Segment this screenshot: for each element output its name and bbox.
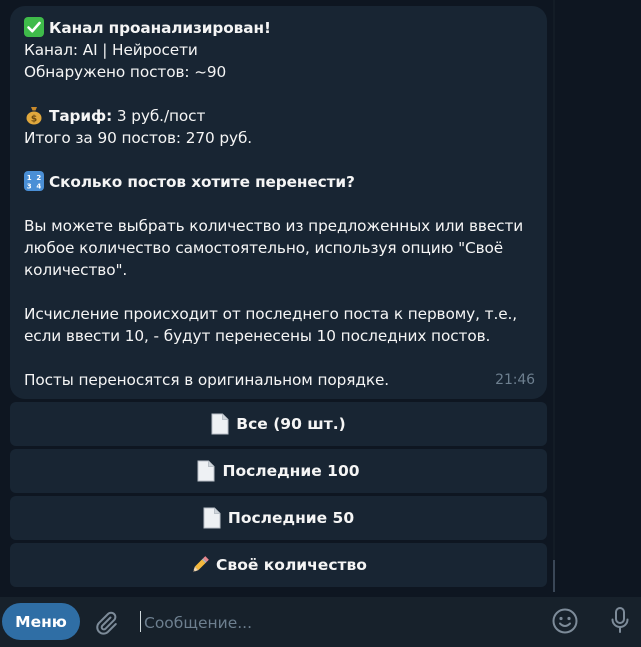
message-time: 21:46 <box>495 372 535 388</box>
keyboard-button-all[interactable]: Все (90 шт.) <box>10 402 547 446</box>
tariff-value: 3 руб./пост <box>112 107 206 125</box>
svg-text:4: 4 <box>36 183 41 191</box>
info-line: количество". <box>24 261 128 279</box>
counting-line: если ввести 10, - будут перенесены 10 по… <box>24 327 491 345</box>
message-title: Канал проанализирован! <box>49 19 271 37</box>
total-line: Итого за 90 постов: 270 руб. <box>24 129 253 147</box>
check-mark-icon <box>24 17 44 37</box>
message-input-area <box>138 607 528 639</box>
message-composer: Меню <box>0 597 641 647</box>
keyboard-button-label: Своё количество <box>216 556 367 574</box>
order-line: Посты переносятся в оригинальном порядке… <box>24 371 390 389</box>
keyboard-button-custom-amount[interactable]: Своё количество <box>10 543 547 587</box>
info-line: любое количество самостоятельно, использ… <box>24 239 504 257</box>
keyboard-button-label: Последние 50 <box>227 509 355 527</box>
emoji-icon[interactable] <box>550 606 580 636</box>
question-text: Сколько постов хотите перенести? <box>49 173 355 191</box>
channel-line: Канал: AI | Нейросети <box>24 41 198 59</box>
svg-text:$: $ <box>31 115 37 125</box>
text-caret <box>140 611 141 632</box>
counting-line: Исчисление происходит от последнего пост… <box>24 305 518 323</box>
message-title-line: Канал проанализирован! <box>24 17 533 39</box>
info-line: Вы можете выбрать количество из предложе… <box>24 217 524 235</box>
question-line: 1 2 3 4 Сколько постов хотите перенести? <box>24 171 533 193</box>
svg-text:2: 2 <box>36 174 41 182</box>
tariff-label: Тариф: <box>49 107 113 125</box>
keyboard-button-label: Последние 100 <box>222 462 360 480</box>
pencil-icon <box>192 556 209 573</box>
numbers-icon: 1 2 3 4 <box>24 171 44 191</box>
scrollbar-thumb[interactable] <box>553 560 555 592</box>
bot-message-bubble: Канал проанализирован! Канал: AI | Нейро… <box>10 6 547 399</box>
scrollbar-track[interactable] <box>553 0 555 592</box>
document-icon <box>203 507 221 529</box>
paperclip-icon[interactable] <box>92 608 120 636</box>
svg-text:3: 3 <box>27 183 32 191</box>
money-bag-icon: $ <box>26 107 42 125</box>
menu-button[interactable]: Меню <box>2 603 80 640</box>
keyboard-button-last-100[interactable]: Последние 100 <box>10 449 547 493</box>
message-input[interactable] <box>142 607 526 639</box>
keyboard-button-label: Все (90 шт.) <box>236 415 346 433</box>
document-icon <box>197 460 215 482</box>
posts-found-line: Обнаружено постов: ~90 <box>24 63 227 81</box>
tariff-line: $ Тариф: 3 руб./пост <box>24 105 533 127</box>
keyboard-button-last-50[interactable]: Последние 50 <box>10 496 547 540</box>
document-icon <box>211 413 229 435</box>
microphone-icon[interactable] <box>606 605 634 637</box>
svg-text:1: 1 <box>27 174 32 182</box>
